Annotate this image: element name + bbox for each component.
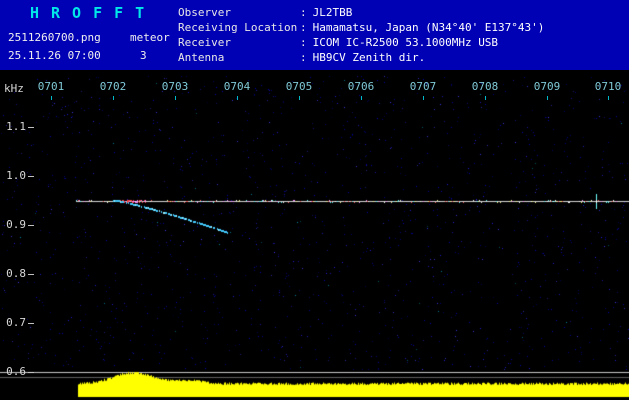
x-tick-label: 0709 <box>533 80 561 93</box>
y-axis-tick <box>28 274 34 275</box>
info-value: HB9CV Zenith dir. <box>312 51 426 64</box>
y-axis-tick <box>28 225 34 226</box>
station-info: Observer: JL2TBB Receiving Location: Hamam… <box>178 5 544 65</box>
x-axis-tick <box>237 96 238 100</box>
info-colon: : <box>300 51 307 64</box>
x-tick-label: 0702 <box>99 80 127 93</box>
x-axis-tick <box>608 96 609 100</box>
info-label: Receiver <box>178 36 231 49</box>
spectrogram-panel: kHz 1.1 1.0 0.9 0.8 0.7 0.6 0701 0702 07… <box>0 70 629 400</box>
x-tick-label: 0701 <box>37 80 65 93</box>
y-tick-label: 0.6 <box>6 365 26 378</box>
y-tick-label: 0.9 <box>6 218 26 231</box>
y-tick-label: 0.7 <box>6 316 26 329</box>
info-colon: : <box>300 6 307 19</box>
y-axis-tick <box>28 127 34 128</box>
output-filename: 2511260700.png <box>8 31 101 44</box>
info-row-location: Receiving Location: Hamamatsu, Japan (N34… <box>178 20 544 35</box>
y-tick-label: 1.0 <box>6 169 26 182</box>
x-tick-label: 0706 <box>347 80 375 93</box>
x-tick-label: 0710 <box>594 80 622 93</box>
info-row-observer: Observer: JL2TBB <box>178 5 544 20</box>
x-tick-label: 0708 <box>471 80 499 93</box>
mode-label: meteor <box>130 31 170 44</box>
x-axis-tick <box>175 96 176 100</box>
y-axis-tick <box>28 176 34 177</box>
x-axis-tick <box>299 96 300 100</box>
header-left: HROFFT 2511260700.png meteor 25.11.26 07:… <box>0 0 178 70</box>
x-axis-tick <box>51 96 52 100</box>
header-file-row: 2511260700.png meteor <box>8 26 170 45</box>
info-row-antenna: Antenna: HB9CV Zenith dir. <box>178 50 544 65</box>
info-value: ICOM IC-R2500 53.1000MHz USB <box>312 36 499 49</box>
x-tick-label: 0703 <box>161 80 189 93</box>
header-time-row: 25.11.26 07:00 3 <box>8 44 147 63</box>
meteor-count: 3 <box>140 49 147 62</box>
info-colon: : <box>300 21 307 34</box>
y-axis-tick <box>28 323 34 324</box>
info-value: Hamamatsu, Japan (N34°40' E137°43') <box>312 21 545 34</box>
y-tick-label: 1.1 <box>6 120 26 133</box>
y-axis-tick <box>28 372 34 373</box>
info-label: Observer <box>178 6 231 19</box>
x-axis-tick <box>485 96 486 100</box>
info-value: JL2TBB <box>312 6 353 19</box>
info-row-receiver: Receiver: ICOM IC-R2500 53.1000MHz USB <box>178 35 544 50</box>
y-tick-label: 0.8 <box>6 267 26 280</box>
timestamp: 25.11.26 07:00 <box>8 49 101 62</box>
x-axis-tick <box>423 96 424 100</box>
info-label: Antenna <box>178 51 225 64</box>
app-title: HROFFT <box>30 4 157 22</box>
info-label: Receiving Location <box>178 21 298 34</box>
x-axis-tick <box>361 96 362 100</box>
y-axis-unit: kHz <box>4 82 24 95</box>
hrofft-window: HROFFT 2511260700.png meteor 25.11.26 07:… <box>0 0 629 400</box>
info-colon: : <box>300 36 307 49</box>
spectrogram-canvas <box>0 70 629 400</box>
x-axis-tick <box>547 96 548 100</box>
x-axis-tick <box>113 96 114 100</box>
header: HROFFT 2511260700.png meteor 25.11.26 07:… <box>0 0 629 70</box>
x-tick-label: 0707 <box>409 80 437 93</box>
x-tick-label: 0705 <box>285 80 313 93</box>
x-tick-label: 0704 <box>223 80 251 93</box>
